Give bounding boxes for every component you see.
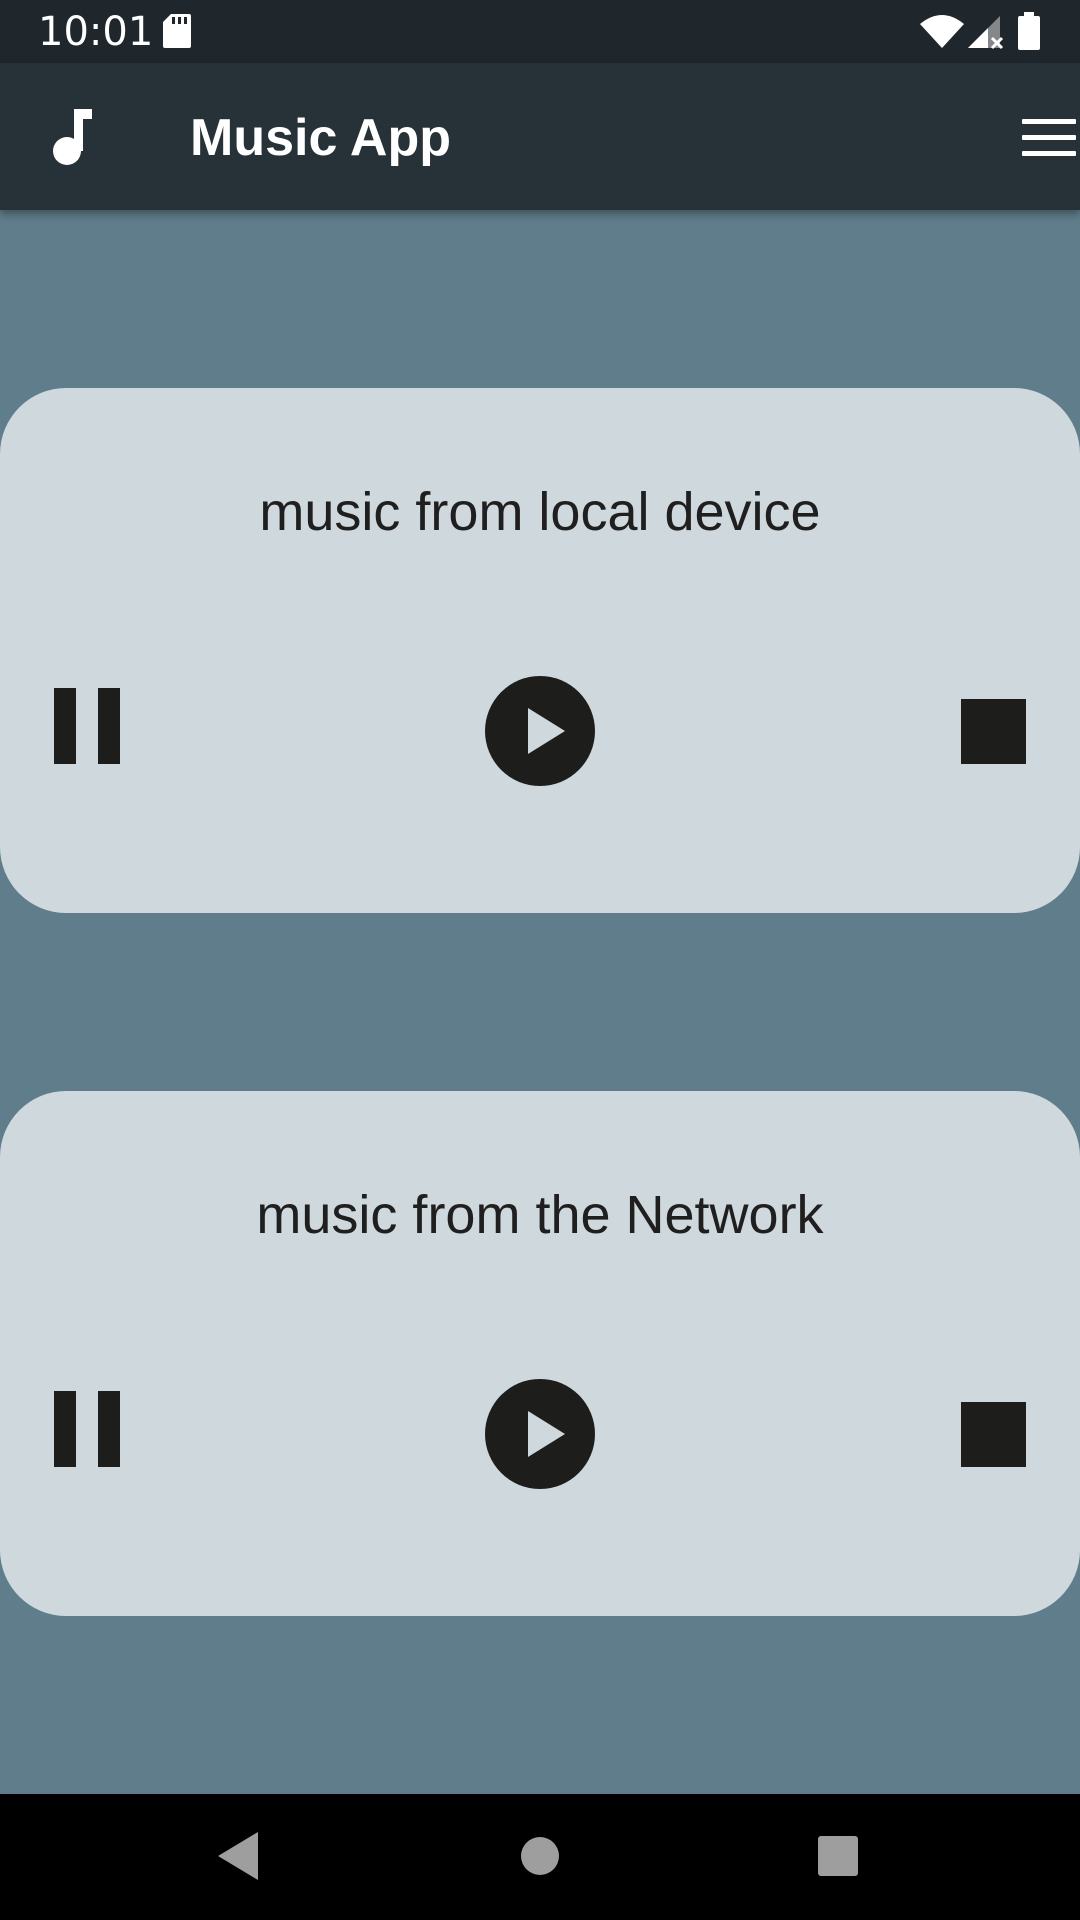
recents-icon[interactable] (818, 1836, 858, 1876)
signal-icon (968, 14, 1004, 55)
local-player-title: music from local device (259, 482, 821, 542)
battery-icon (1018, 12, 1040, 55)
navigation-bar (0, 1794, 1080, 1920)
status-time: 10:01 (38, 9, 154, 55)
local-stop-button[interactable] (961, 699, 1026, 764)
network-pause-button[interactable] (50, 1391, 122, 1471)
back-icon[interactable] (218, 1832, 258, 1885)
app-title: Music App (190, 109, 451, 167)
network-play-button[interactable] (485, 1379, 595, 1489)
sd-card-icon (163, 14, 191, 53)
status-bar: 10:01 (0, 0, 1080, 63)
home-icon[interactable] (521, 1837, 559, 1875)
local-play-button[interactable] (485, 676, 595, 786)
network-player-card: music from the Network (0, 1091, 1080, 1616)
app-bar: Music App (0, 63, 1080, 210)
play-icon (485, 676, 595, 786)
local-pause-button[interactable] (50, 688, 122, 768)
network-player-title: music from the Network (256, 1185, 824, 1245)
wifi-icon (920, 14, 964, 53)
network-stop-button[interactable] (961, 1402, 1026, 1467)
music-note-icon (52, 109, 92, 170)
play-icon (485, 1379, 595, 1489)
local-player-card: music from local device (0, 388, 1080, 913)
menu-button[interactable] (1010, 115, 1080, 161)
